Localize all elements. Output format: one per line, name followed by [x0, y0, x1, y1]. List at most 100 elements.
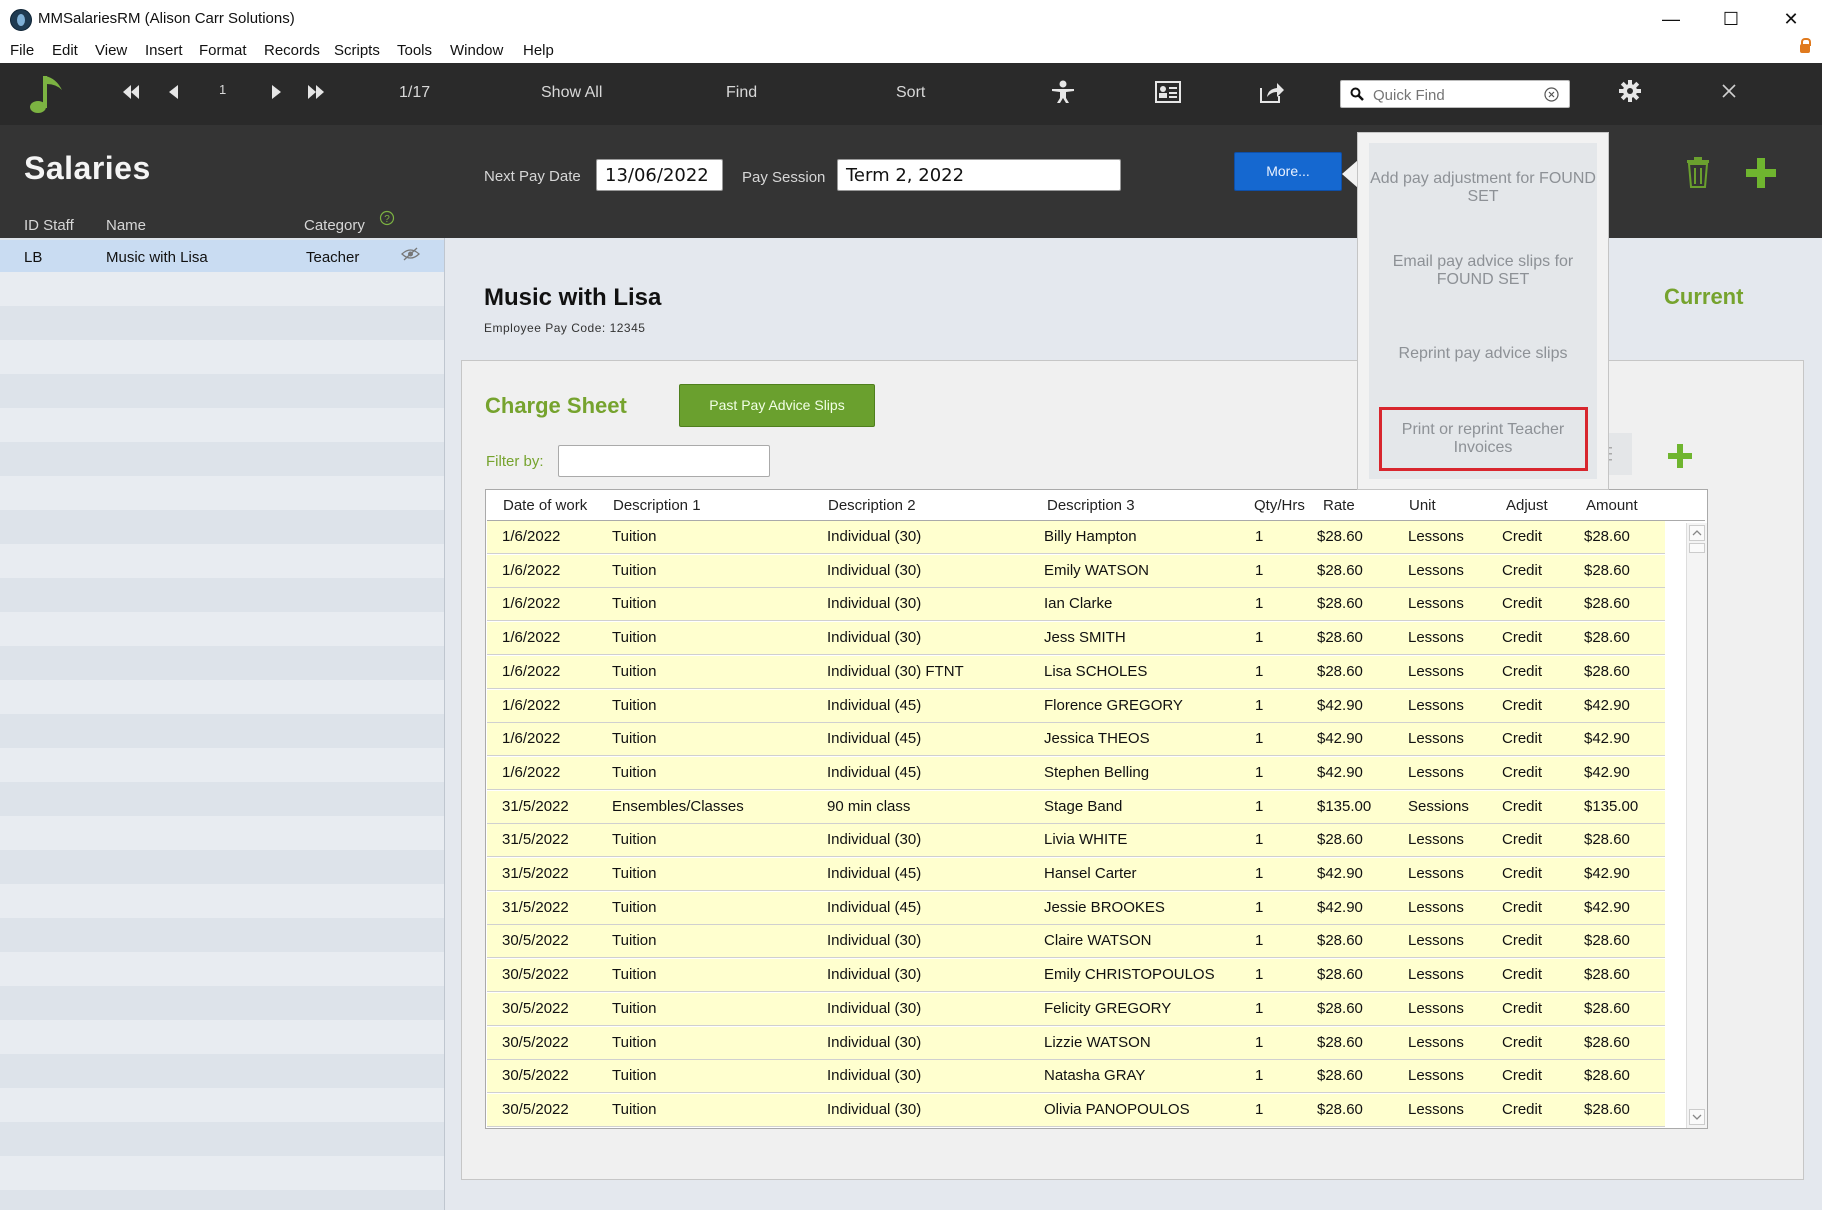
- menu-format[interactable]: Format: [199, 42, 247, 59]
- th-description-1[interactable]: Description 1: [613, 497, 701, 514]
- cell-date: 30/5/2022: [502, 932, 569, 950]
- past-pay-advice-slips-button[interactable]: Past Pay Advice Slips: [679, 384, 875, 427]
- record-number[interactable]: 1: [219, 82, 226, 97]
- prev-record-icon[interactable]: [168, 85, 180, 99]
- col-id-staff[interactable]: ID Staff: [24, 217, 74, 234]
- plus-icon[interactable]: [1746, 158, 1776, 188]
- clear-icon[interactable]: [1544, 87, 1559, 102]
- menu-records[interactable]: Records: [264, 42, 320, 59]
- cell-rate: $28.60: [1317, 595, 1363, 613]
- trash-icon[interactable]: [1686, 156, 1710, 188]
- menu-window[interactable]: Window: [450, 42, 503, 59]
- menu-tools[interactable]: Tools: [397, 42, 432, 59]
- table-row[interactable]: 1/6/2022 Tuition Individual (30) Jess SMITH…: [487, 622, 1665, 656]
- share-icon[interactable]: [1259, 80, 1285, 104]
- more-button[interactable]: More...: [1234, 152, 1342, 191]
- next-record-icon[interactable]: [270, 85, 282, 99]
- quick-find-input[interactable]: [1371, 83, 1540, 107]
- table-row[interactable]: 31/5/2022 Tuition Individual (45) Hansel Ca…: [487, 858, 1665, 891]
- table-row[interactable]: 30/5/2022 Tuition Individual (30) Olivia PA…: [487, 1093, 1665, 1127]
- maximize-button[interactable]: ☐: [1708, 0, 1754, 38]
- col-name[interactable]: Name: [106, 217, 146, 234]
- table-row[interactable]: 1/6/2022 Tuition Individual (30) Billy Hamp…: [487, 521, 1665, 554]
- help-icon[interactable]: ?: [379, 210, 395, 226]
- table-row[interactable]: 31/5/2022 Ensembles/Classes 90 min class St…: [487, 790, 1665, 824]
- hidden-eye-icon[interactable]: [401, 247, 420, 261]
- cell-description-3: Lisa SCHOLES: [1044, 662, 1148, 680]
- cell-description-1: Tuition: [612, 898, 657, 916]
- sort-button[interactable]: Sort: [896, 84, 925, 102]
- table-row[interactable]: 30/5/2022 Tuition Individual (30) Emily CHR…: [487, 959, 1665, 993]
- table-row[interactable]: 31/5/2022 Tuition Individual (45) Jessie BR…: [487, 891, 1665, 925]
- cell-description-3: Stephen Belling: [1044, 763, 1150, 781]
- next-pay-date-field[interactable]: 13/06/2022: [596, 159, 723, 191]
- gear-icon[interactable]: [1618, 79, 1642, 103]
- cell-qty: 1: [1255, 831, 1264, 849]
- add-row-icon[interactable]: [1668, 444, 1692, 468]
- table-row[interactable]: 31/5/2022 Tuition Individual (30) Livia WHI…: [487, 824, 1665, 858]
- th-amount[interactable]: Amount: [1586, 497, 1638, 514]
- table-row[interactable]: 1/6/2022 Tuition Individual (45) Florence G…: [487, 689, 1665, 723]
- th-unit[interactable]: Unit: [1409, 497, 1436, 514]
- menu-edit[interactable]: Edit: [52, 42, 78, 59]
- last-record-icon[interactable]: [307, 85, 325, 99]
- cell-description-2: Individual (30): [827, 1067, 922, 1085]
- table-row[interactable]: 1/6/2022 Tuition Individual (45) Stephen Be…: [487, 756, 1665, 790]
- filter-input[interactable]: [558, 445, 770, 477]
- table-row[interactable]: 1/6/2022 Tuition Individual (30) Ian Clarke…: [487, 588, 1665, 622]
- pay-session-field[interactable]: Term 2, 2022: [837, 159, 1121, 191]
- cell-adjust: Credit: [1502, 999, 1543, 1017]
- cell-date: 30/5/2022: [502, 999, 569, 1017]
- list-item[interactable]: [0, 240, 444, 272]
- table-row[interactable]: 30/5/2022 Tuition Individual (30) Natasha G…: [487, 1060, 1665, 1094]
- table-row[interactable]: 1/6/2022 Tuition Individual (30) FTNT Lisa …: [487, 655, 1665, 689]
- th-description-2[interactable]: Description 2: [828, 497, 916, 514]
- menu-view[interactable]: View: [95, 42, 127, 59]
- th-date-of-work[interactable]: Date of work: [503, 497, 587, 514]
- table-row[interactable]: 1/6/2022 Tuition Individual (30) Emily WATS…: [487, 554, 1665, 588]
- cell-description-2: Individual (45): [827, 763, 922, 781]
- cell-unit: Lessons: [1408, 1067, 1464, 1085]
- menu-file[interactable]: File: [10, 42, 34, 59]
- menu-reprint-pay-advice[interactable]: Reprint pay advice slips: [1369, 311, 1597, 395]
- table-row[interactable]: 1/6/2022 Tuition Individual (45) Jessica TH…: [487, 723, 1665, 757]
- table-row[interactable]: 30/5/2022 Tuition Individual (30) Claire WA…: [487, 925, 1665, 959]
- cell-date: 31/5/2022: [502, 865, 569, 882]
- cell-qty: 1: [1255, 595, 1264, 613]
- cell-description-1: Tuition: [612, 696, 657, 714]
- scroll-thumb[interactable]: [1689, 543, 1705, 553]
- th-rate[interactable]: Rate: [1323, 497, 1355, 514]
- cell-rate: $28.60: [1317, 831, 1363, 849]
- window-title: MMSalariesRM (Alison Carr Solutions): [38, 10, 295, 27]
- cell-date: 31/5/2022: [502, 898, 569, 916]
- th-qty-hrs[interactable]: Qty/Hrs: [1254, 497, 1305, 514]
- scroll-up-button[interactable]: [1689, 525, 1705, 541]
- close-icon[interactable]: [1722, 84, 1736, 98]
- menu-insert[interactable]: Insert: [145, 42, 183, 59]
- quick-find-field[interactable]: [1340, 80, 1570, 108]
- contact-card-icon[interactable]: [1155, 81, 1181, 103]
- cell-adjust: Credit: [1502, 595, 1543, 613]
- th-description-3[interactable]: Description 3: [1047, 497, 1135, 514]
- show-all-button[interactable]: Show All: [541, 84, 602, 102]
- cell-description-1: Tuition: [612, 1033, 657, 1051]
- cell-unit: Lessons: [1408, 595, 1464, 613]
- col-category[interactable]: Category: [304, 217, 365, 234]
- menu-email-pay-advice[interactable]: Email pay advice slips for FOUND SET: [1369, 227, 1597, 311]
- scroll-down-button[interactable]: [1689, 1109, 1705, 1125]
- th-adjust[interactable]: Adjust: [1506, 497, 1548, 514]
- table-row[interactable]: 30/5/2022 Tuition Individual (30) Felicity …: [487, 992, 1665, 1026]
- menu-scripts[interactable]: Scripts: [334, 42, 380, 59]
- cell-amount: $28.60: [1584, 595, 1630, 613]
- first-record-icon[interactable]: [122, 85, 140, 99]
- close-window-button[interactable]: ✕: [1768, 0, 1814, 38]
- find-button[interactable]: Find: [726, 84, 757, 102]
- person-icon[interactable]: [1050, 80, 1076, 104]
- minimize-button[interactable]: —: [1648, 0, 1694, 38]
- menu-help[interactable]: Help: [523, 42, 554, 59]
- cell-unit: Lessons: [1408, 999, 1464, 1017]
- table-scrollbar[interactable]: [1686, 523, 1707, 1128]
- table-row[interactable]: 30/5/2022 Tuition Individual (30) Lizzie WA…: [487, 1026, 1665, 1060]
- cell-qty: 1: [1255, 1067, 1264, 1085]
- menu-add-pay-adjustment[interactable]: Add pay adjustment for FOUND SET: [1369, 143, 1597, 227]
